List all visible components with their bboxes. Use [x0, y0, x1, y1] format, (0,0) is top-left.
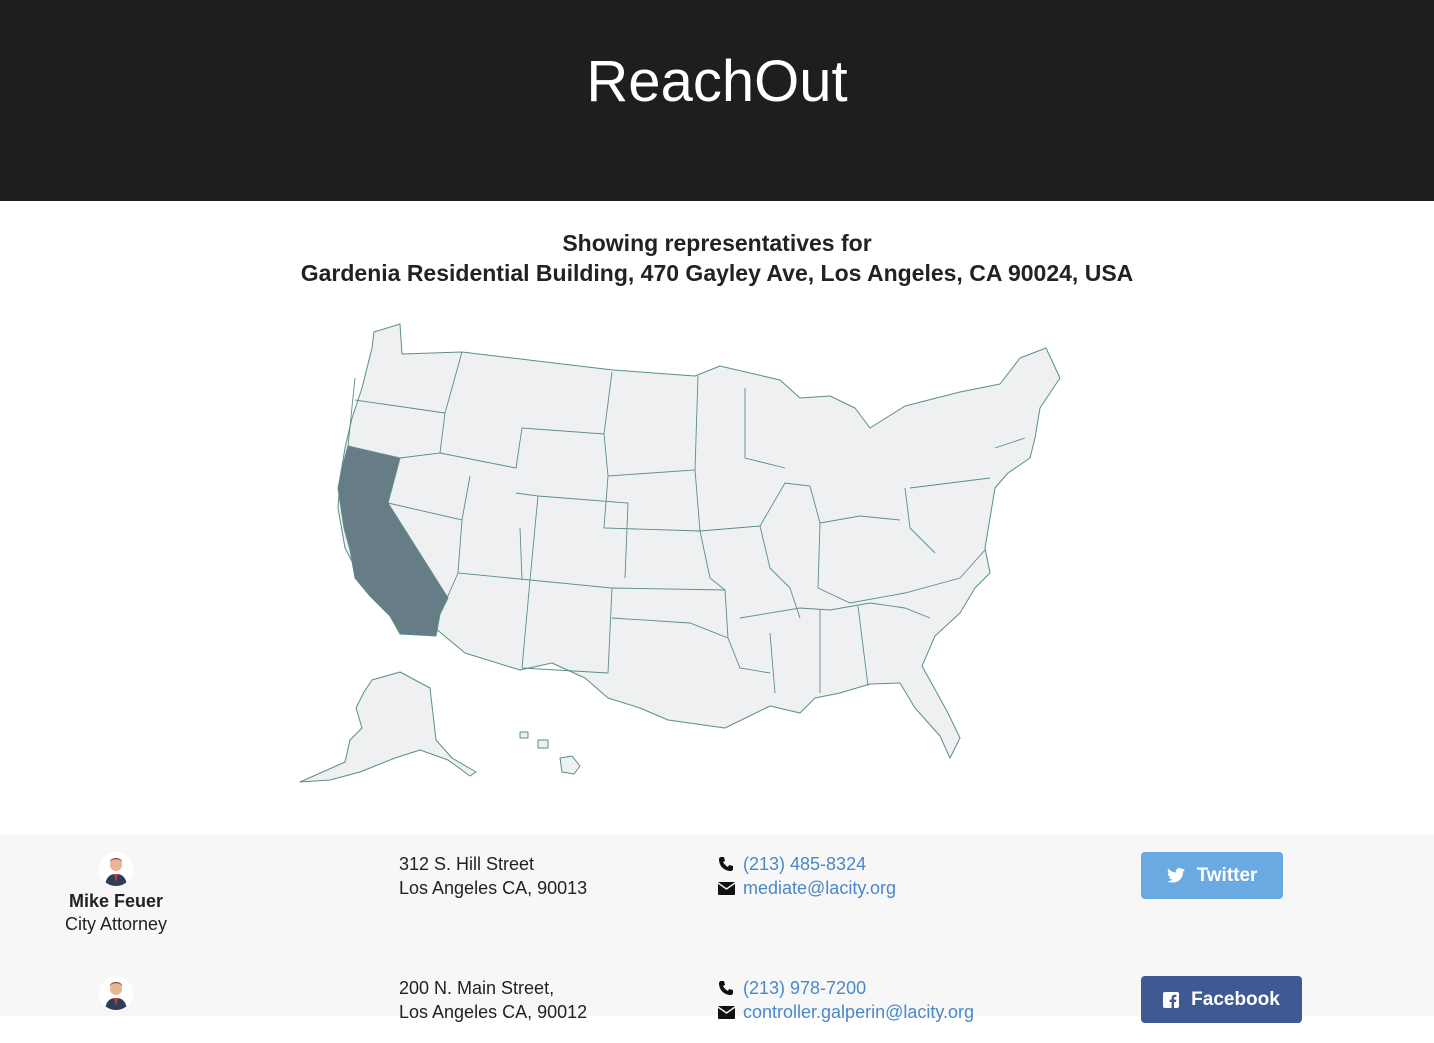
map-alaska[interactable]	[299, 671, 477, 783]
avatar	[99, 976, 133, 1010]
rep-person: Mike Feuer City Attorney	[16, 852, 216, 935]
twitter-icon	[1166, 868, 1185, 883]
location-heading: Showing representatives for Gardenia Res…	[0, 228, 1434, 288]
phone-link[interactable]: (213) 485-8324	[743, 852, 866, 876]
avatar	[99, 852, 133, 886]
representatives-list: Mike Feuer City Attorney 312 S. Hill Str…	[0, 834, 1434, 1023]
map-hawaii[interactable]	[519, 731, 581, 775]
app-header: ReachOut	[0, 0, 1434, 201]
rep-address: 312 S. Hill Street Los Angeles CA, 90013	[399, 852, 587, 900]
address-line: Los Angeles CA, 90013	[399, 878, 588, 898]
email-link[interactable]: mediate@lacity.org	[743, 876, 896, 900]
address-line: Los Angeles CA, 90012	[399, 1002, 588, 1022]
email-link[interactable]: controller.galperin@lacity.org	[743, 1000, 974, 1024]
address-line: 312 S. Hill Street	[399, 854, 535, 874]
rep-title: City Attorney	[64, 914, 168, 934]
facebook-label: Facebook	[1191, 988, 1280, 1010]
rep-person	[16, 976, 216, 1015]
twitter-label: Twitter	[1196, 864, 1258, 886]
envelope-icon	[718, 879, 737, 897]
rep-contact: (213) 485-8324 mediate@lacity.org	[718, 852, 896, 900]
location-heading-label: Showing representatives for	[562, 230, 872, 256]
map-mainland[interactable]	[337, 323, 1061, 759]
rep-name: Mike Feuer	[68, 891, 164, 911]
facebook-icon	[1163, 991, 1180, 1008]
envelope-icon	[718, 1003, 737, 1021]
phone-icon	[718, 855, 737, 873]
rep-address: 200 N. Main Street, Los Angeles CA, 9001…	[399, 976, 587, 1024]
phone-icon	[718, 979, 737, 997]
facebook-button[interactable]: Facebook	[1141, 976, 1302, 1023]
us-map-svg[interactable]	[0, 288, 1434, 834]
app-title: ReachOut	[586, 49, 848, 114]
us-map[interactable]	[0, 288, 1434, 834]
location-address: Gardenia Residential Building, 470 Gayle…	[300, 260, 1134, 286]
twitter-button[interactable]: Twitter	[1141, 852, 1283, 899]
rep-contact: (213) 978-7200 controller.galperin@lacit…	[718, 976, 974, 1024]
address-line: 200 N. Main Street,	[399, 978, 555, 998]
phone-link[interactable]: (213) 978-7200	[743, 976, 866, 1000]
